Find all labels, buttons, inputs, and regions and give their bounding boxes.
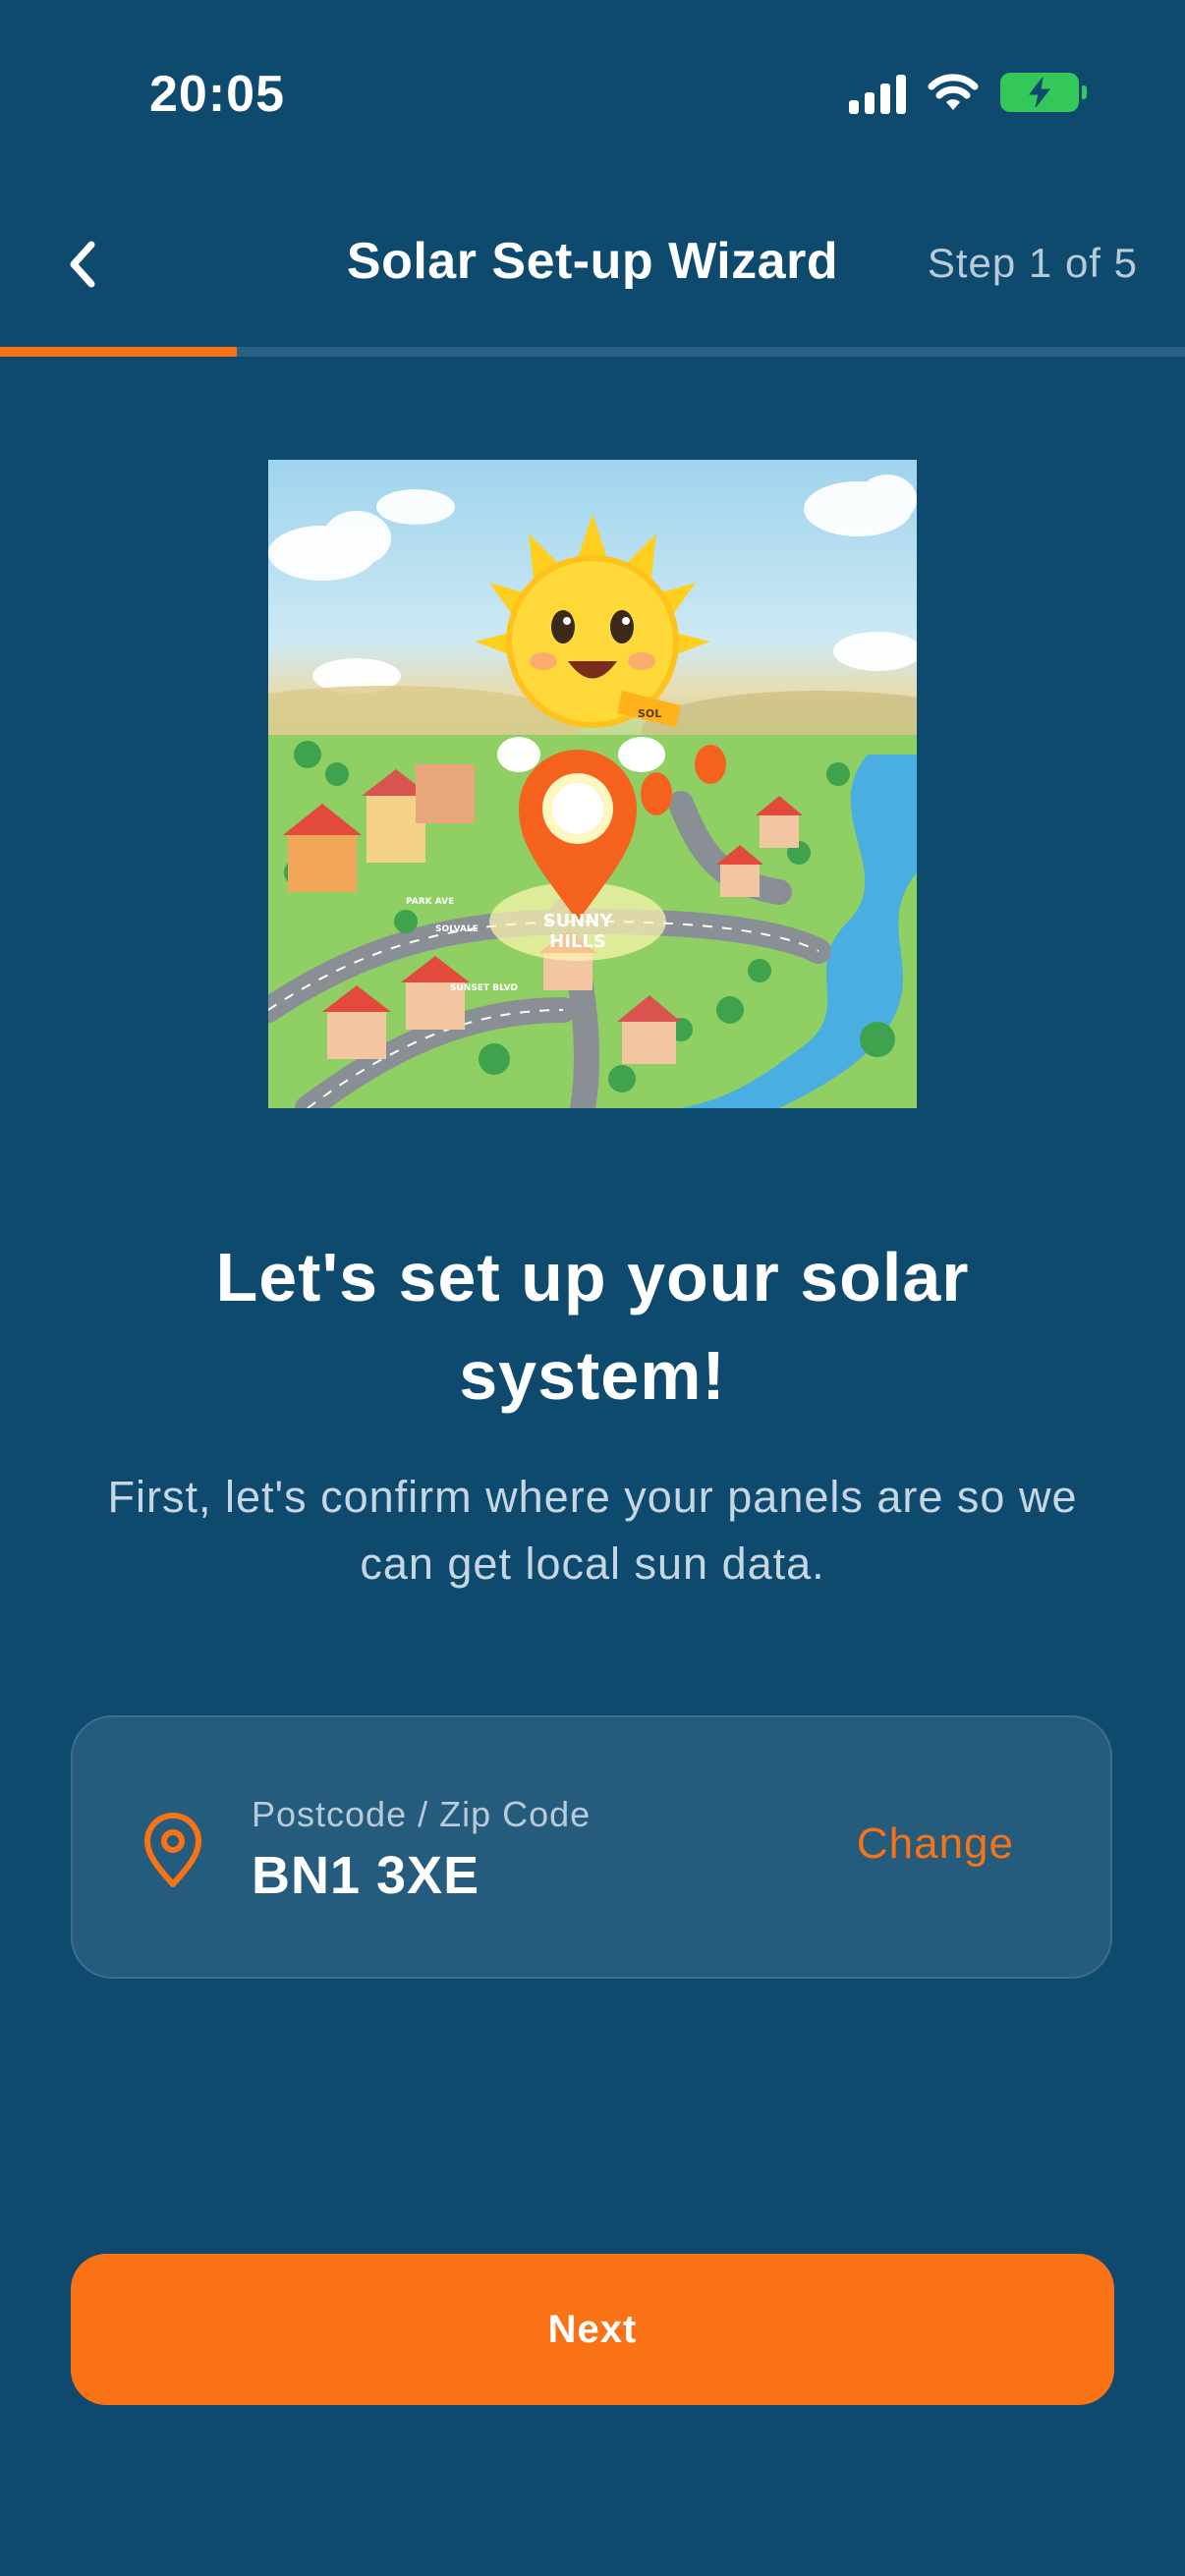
location-pin-icon bbox=[144, 1813, 201, 1887]
sun-badge-text: SOL bbox=[638, 707, 661, 720]
town-label-line2: HILLS bbox=[549, 931, 606, 952]
hero-illustration: SOL SUNNY HILLS PARK AVE SUNSET BLVD SOL… bbox=[268, 460, 917, 1108]
subtext: First, let's confirm where your panels a… bbox=[107, 1472, 1078, 1589]
sun-mascot-map-image: SOL SUNNY HILLS PARK AVE SUNSET BLVD SOL… bbox=[268, 475, 917, 1108]
status-icons bbox=[849, 71, 1087, 114]
postcode-value: BN1 3XE bbox=[252, 1846, 480, 1905]
headline: Let's set up your solar system! bbox=[215, 1239, 970, 1414]
street-label-park: PARK AVE bbox=[406, 897, 454, 907]
town-label-line1: SUNNY bbox=[543, 911, 614, 931]
wifi-icon bbox=[928, 74, 979, 110]
postcode-label: Postcode / Zip Code bbox=[252, 1794, 592, 1834]
location-card: Postcode / Zip Code BN1 3XE Change bbox=[71, 1715, 1112, 1979]
header: Solar Set-up Wizard Step 1 of 5 bbox=[0, 196, 1185, 334]
progress-bar bbox=[0, 347, 1185, 357]
signal-icon bbox=[849, 71, 906, 114]
status-bar: 20:05 bbox=[0, 0, 1185, 196]
progress-fill bbox=[0, 347, 238, 357]
next-button[interactable]: Next bbox=[71, 2254, 1114, 2405]
battery-charging-icon bbox=[1000, 73, 1087, 112]
step-indicator: Step 1 of 5 bbox=[927, 240, 1138, 286]
street-label-sunset: SUNSET BLVD bbox=[450, 983, 518, 993]
status-time: 20:05 bbox=[149, 66, 285, 123]
street-label-solvale: SOLVALE bbox=[435, 924, 479, 934]
change-postcode-button[interactable]: Change bbox=[857, 1820, 1014, 1869]
